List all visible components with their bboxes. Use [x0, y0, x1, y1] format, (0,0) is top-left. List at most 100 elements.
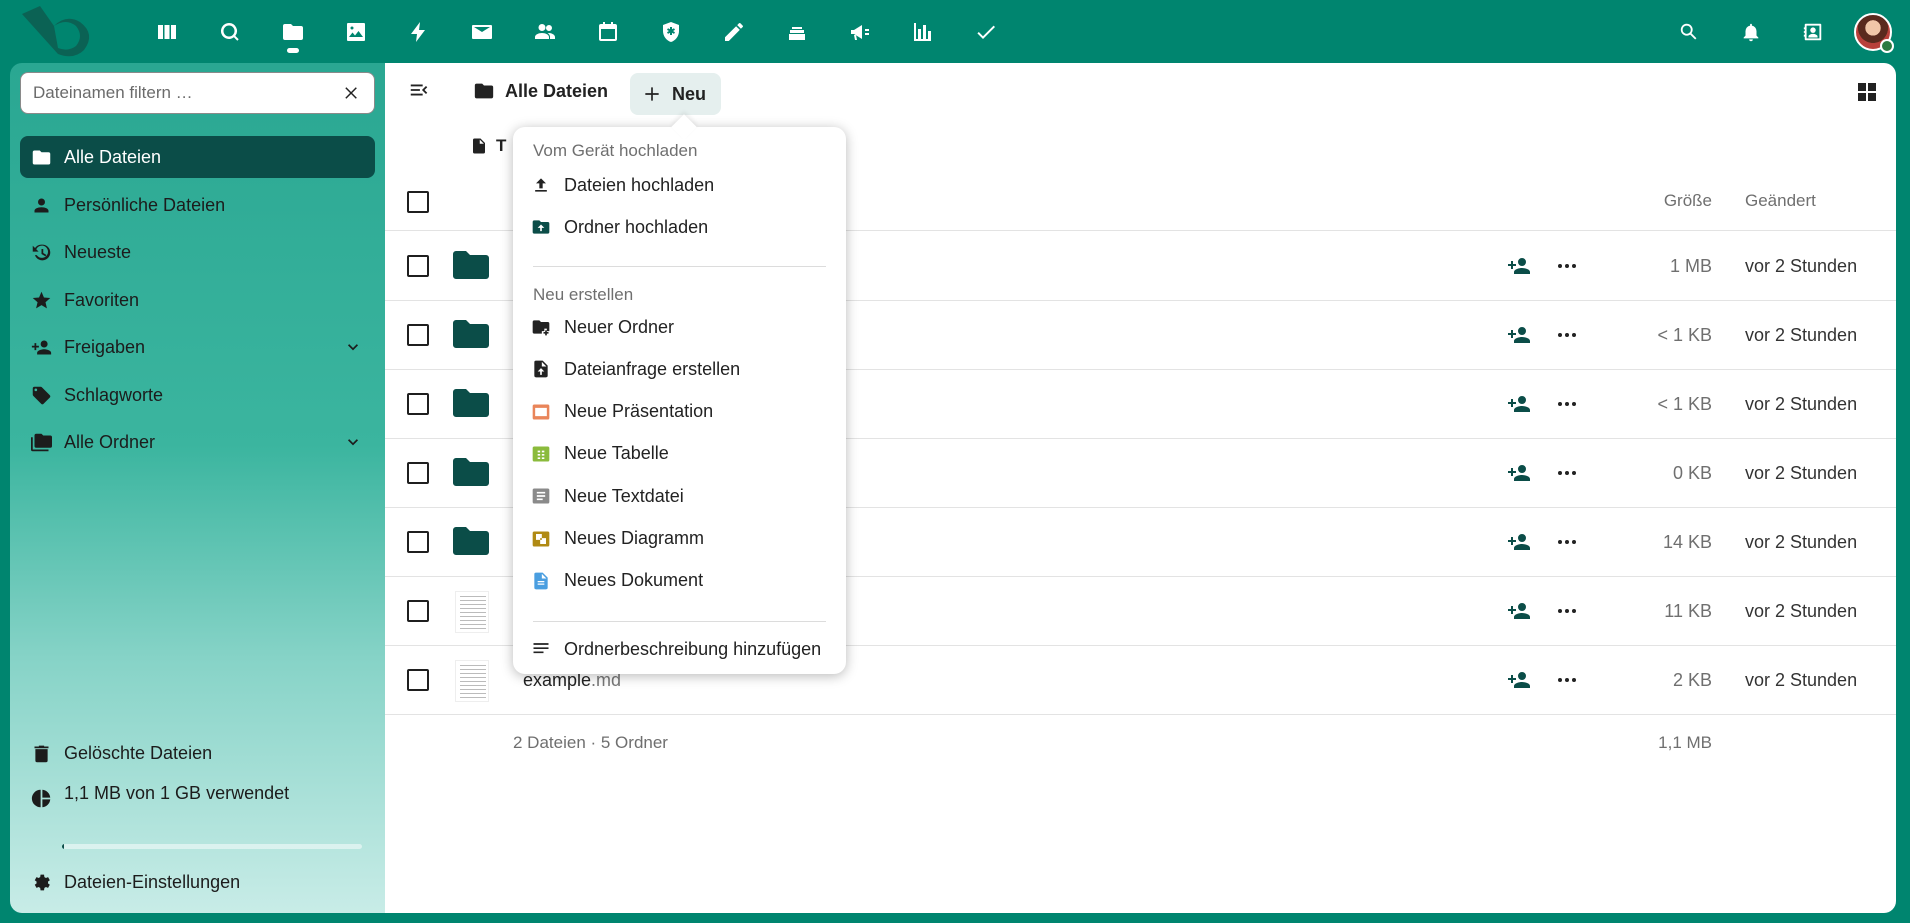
person-icon [30, 194, 52, 216]
file-size: 2 KB [1672, 670, 1712, 690]
contacts-menu-icon[interactable] [1782, 0, 1844, 63]
file-modified: vor 2 Stunden [1745, 670, 1858, 690]
more-actions-icon[interactable] [1553, 459, 1581, 487]
mail-icon[interactable] [450, 0, 513, 63]
share-icon[interactable] [1505, 390, 1533, 418]
grid-view-icon[interactable] [1852, 77, 1882, 107]
select-all-checkbox[interactable] [407, 191, 429, 213]
contacts-icon[interactable] [513, 0, 576, 63]
menu-item-file-request[interactable]: Dateianfrage erstellen [523, 349, 836, 389]
menu-item-label: Neue Präsentation [564, 401, 714, 422]
description-icon [529, 637, 553, 661]
trash-icon [30, 742, 52, 764]
row-checkbox[interactable] [407, 531, 429, 553]
sidebar-item-shares[interactable]: Freigaben [20, 326, 375, 368]
logo[interactable] [18, 4, 98, 60]
user-menu[interactable] [1844, 0, 1902, 63]
filter-input[interactable] [33, 83, 340, 103]
deck-icon[interactable] [765, 0, 828, 63]
menu-item-folder-plus[interactable]: Neuer Ordner [523, 307, 836, 347]
menu-item-description[interactable]: Ordnerbeschreibung hinzufügen [523, 629, 836, 669]
bell-icon[interactable] [1720, 0, 1782, 63]
chart-icon[interactable] [891, 0, 954, 63]
folder-icon [451, 317, 491, 351]
top-bar [0, 0, 1910, 63]
row-checkbox[interactable] [407, 669, 429, 691]
search-circle-icon[interactable] [198, 0, 261, 63]
more-actions-icon[interactable] [1553, 597, 1581, 625]
menu-item-diagram[interactable]: Neues Diagramm [523, 519, 836, 559]
row-checkbox[interactable] [407, 324, 429, 346]
menu-item-upload[interactable]: Dateien hochladen [523, 165, 836, 205]
share-icon[interactable] [1505, 528, 1533, 556]
sidebar-item-trash[interactable]: Gelöschte Dateien [20, 732, 375, 774]
row-checkbox[interactable] [407, 393, 429, 415]
sidebar-item-all-folders[interactable]: Alle Ordner [20, 421, 375, 463]
chevron-down-icon[interactable] [343, 337, 363, 357]
folder-icon [451, 524, 491, 558]
new-menu: Vom Gerät hochladen Dateien hochladen Ord… [513, 127, 846, 674]
share-icon[interactable] [1505, 666, 1533, 694]
menu-item-document[interactable]: Neues Dokument [523, 561, 836, 601]
breadcrumb[interactable]: Alle Dateien [473, 73, 608, 109]
column-modified[interactable]: Geändert [1745, 191, 1816, 211]
menu-item-folder-upload[interactable]: Ordner hochladen [523, 207, 836, 247]
chevron-down-icon[interactable] [343, 432, 363, 452]
text-file-icon [529, 484, 553, 508]
spreadsheet-icon [529, 442, 553, 466]
row-checkbox[interactable] [407, 462, 429, 484]
shield-icon[interactable] [639, 0, 702, 63]
menu-item-spreadsheet[interactable]: Neue Tabelle [523, 434, 836, 474]
image-icon[interactable] [324, 0, 387, 63]
menu-caption-create: Neu erstellen [533, 285, 634, 304]
sidebar-item-favorites[interactable]: Favoriten [20, 279, 375, 321]
new-button-label: Neu [672, 83, 707, 104]
new-button[interactable]: Neu [630, 73, 722, 115]
menu-item-presentation[interactable]: Neue Präsentation [523, 392, 836, 432]
gear-icon [30, 871, 52, 893]
sidebar: Alle Dateien Persönliche Dateien Neueste… [10, 63, 385, 913]
more-actions-icon[interactable] [1553, 528, 1581, 556]
share-icon[interactable] [1505, 597, 1533, 625]
dashboard-icon[interactable] [135, 0, 198, 63]
announcement-icon[interactable] [828, 0, 891, 63]
sidebar-item-all-files[interactable]: Alle Dateien [20, 136, 375, 178]
sidebar-item-settings[interactable]: Dateien-Einstellungen [20, 861, 375, 903]
pencil-icon[interactable] [702, 0, 765, 63]
file-modified: vor 2 Stunden [1745, 394, 1858, 414]
more-actions-icon[interactable] [1553, 666, 1581, 694]
row-checkbox[interactable] [407, 600, 429, 622]
diagram-icon [529, 527, 553, 551]
menu-collapse-icon[interactable] [405, 76, 433, 104]
folder-icon[interactable] [261, 0, 324, 63]
file-size: 11 KB [1664, 601, 1712, 621]
menu-item-text-file[interactable]: Neue Textdatei [523, 476, 836, 516]
header-right [1658, 0, 1910, 63]
checkmark-icon[interactable] [954, 0, 1017, 63]
column-size[interactable]: Größe [1664, 191, 1712, 211]
row-checkbox[interactable] [407, 255, 429, 277]
share-icon[interactable] [1505, 321, 1533, 349]
sidebar-item-recent[interactable]: Neueste [20, 231, 375, 273]
calendar-icon[interactable] [576, 0, 639, 63]
filter-box [20, 72, 375, 114]
more-actions-icon[interactable] [1553, 321, 1581, 349]
share-icon[interactable] [1505, 459, 1533, 487]
sidebar-item-tags[interactable]: Schlagworte [20, 374, 375, 416]
sidebar-item-personal-files[interactable]: Persönliche Dateien [20, 184, 375, 226]
file-size: < 1 KB [1657, 325, 1712, 345]
activity-icon[interactable] [387, 0, 450, 63]
sidebar-item-label: Favoriten [64, 289, 140, 310]
sidebar-item-label: Neueste [64, 241, 132, 262]
share-icon[interactable] [1505, 252, 1533, 280]
close-icon[interactable] [340, 82, 362, 104]
quota-progress [62, 844, 362, 849]
more-actions-icon[interactable] [1553, 252, 1581, 280]
storage-quota[interactable]: 1,1 MB von 1 GB verwendet [20, 777, 375, 819]
search-icon[interactable] [1658, 0, 1720, 63]
sidebar-item-label: Schlagworte [64, 384, 164, 405]
template-chip[interactable]: T [470, 131, 506, 161]
sidebar-item-label: Freigaben [64, 336, 146, 357]
more-actions-icon[interactable] [1553, 390, 1581, 418]
sidebar-item-label: Alle Ordner [64, 431, 156, 452]
